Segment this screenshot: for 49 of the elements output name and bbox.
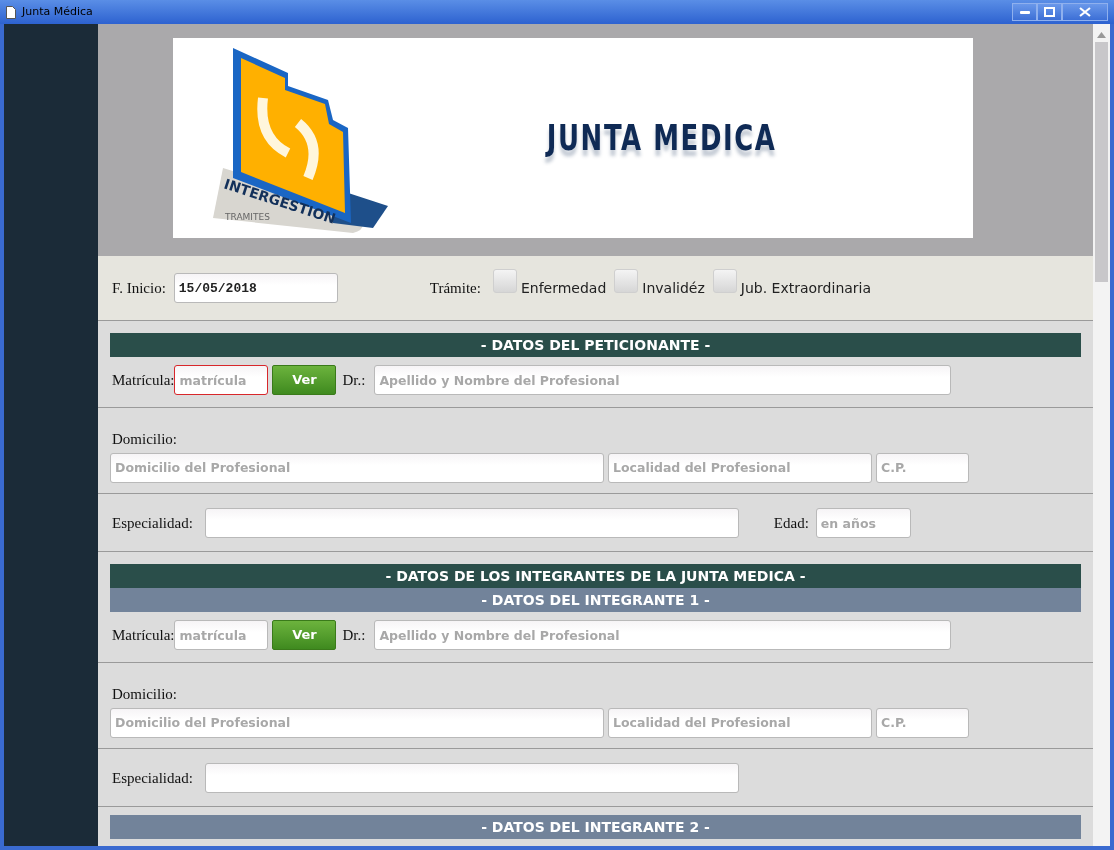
close-icon: [1079, 7, 1091, 17]
field-label: Edad:: [773, 513, 809, 533]
field-label: F. Inicio:: [112, 278, 166, 298]
section-heading: - DATOS DEL INTEGRANTE 2 -: [110, 815, 1081, 839]
field-label: Trámite:: [429, 278, 481, 298]
ver-button[interactable]: Ver: [272, 365, 337, 395]
specialty-field[interactable]: [204, 763, 739, 793]
field-label: Matrícula:: [112, 625, 175, 645]
document-icon: [6, 5, 16, 19]
field-label: Domicilio:: [111, 430, 178, 449]
address-field[interactable]: Domicilio del Profesional: [110, 452, 604, 483]
city-field[interactable]: Localidad del Profesional: [608, 707, 872, 738]
field-label: Especialidad:: [112, 768, 193, 788]
name-field[interactable]: Apellido y Nombre del Profesional: [374, 620, 952, 650]
section-heading: - DATOS DEL PETICIONANTE -: [110, 333, 1081, 357]
maximize-icon: [1044, 7, 1055, 17]
postal-code-field[interactable]: C.P.: [876, 452, 969, 483]
postal-code-field[interactable]: C.P.: [876, 707, 969, 738]
address-field[interactable]: Domicilio del Profesional: [110, 707, 604, 738]
checkbox-label: Enfermedad: [520, 278, 607, 298]
checkbox[interactable]: [712, 269, 737, 293]
maximize-button[interactable]: [1037, 3, 1062, 21]
close-button[interactable]: [1062, 3, 1108, 21]
field-label: Dr.:: [342, 370, 366, 390]
city-field[interactable]: Localidad del Profesional: [608, 452, 872, 483]
scrollbar-thumb[interactable]: [1095, 42, 1108, 282]
age-field[interactable]: en años: [815, 508, 911, 538]
checkbox-label: Jub. Extraordinaria: [740, 278, 872, 298]
checkbox[interactable]: [614, 269, 639, 293]
section-heading: - DATOS DEL INTEGRANTE 1 -: [110, 588, 1081, 612]
field-label: Matrícula:: [112, 370, 175, 390]
section-heading: - DATOS DE LOS INTEGRANTES DE LA JUNTA MEDICA -: [110, 564, 1081, 588]
scrollbar[interactable]: [1093, 24, 1110, 846]
scroll-up-arrow-icon[interactable]: [1097, 32, 1106, 38]
ver-button[interactable]: Ver: [272, 620, 337, 650]
name-field[interactable]: Apellido y Nombre del Profesional: [374, 365, 952, 395]
page-title: JUNTA MEDICA: [546, 116, 777, 160]
matricula-field[interactable]: matrícula: [174, 620, 269, 650]
field-label: Especialidad:: [112, 513, 193, 533]
checkbox[interactable]: [492, 269, 517, 293]
checkbox-label: Invalidéz: [642, 278, 705, 298]
minimize-button[interactable]: [1012, 3, 1037, 21]
date-field[interactable]: 15/05/2018: [173, 273, 338, 303]
field-label: Dr.:: [342, 625, 366, 645]
field-label: Domicilio:: [111, 685, 178, 704]
matricula-field[interactable]: matrícula: [174, 365, 269, 395]
window-title: Junta Médica: [22, 3, 93, 20]
specialty-field[interactable]: [204, 508, 739, 538]
minimize-icon: [1019, 10, 1030, 14]
